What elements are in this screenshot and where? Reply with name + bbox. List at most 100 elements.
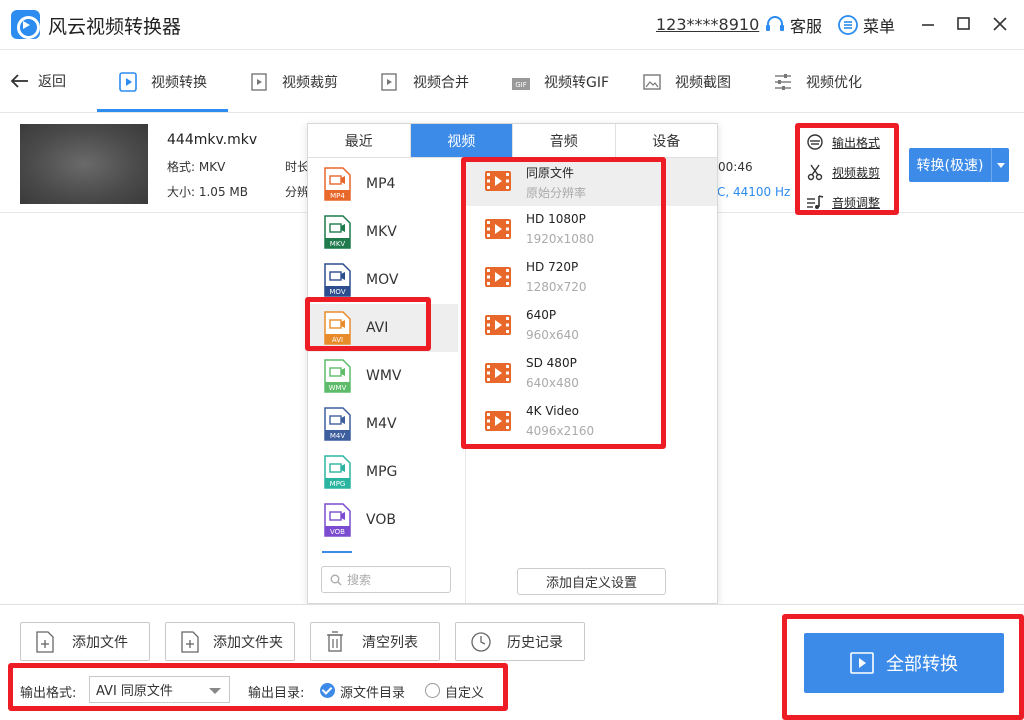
format-item-vob[interactable]: VOB VOB	[308, 496, 458, 544]
app-title: 风云视频转换器	[48, 16, 182, 38]
tab-video-screenshot[interactable]: 视频截图	[641, 68, 731, 96]
resolution-item[interactable]: 640P 960x640	[466, 302, 717, 350]
scissors-icon	[807, 164, 823, 181]
output-format-link-label: 输出格式	[832, 135, 881, 150]
screenshot-icon	[643, 74, 661, 90]
format-item-mov[interactable]: MOV MOV	[308, 256, 458, 304]
film-icon	[485, 171, 511, 191]
dir-custom-radio[interactable]	[425, 683, 440, 698]
mp4-file-icon: MP4	[324, 167, 351, 201]
tab-video-crop[interactable]: 视频裁剪	[248, 68, 338, 96]
resolution-item[interactable]: SD 480P 640x480	[466, 350, 717, 398]
tab-label: 视频转GIF	[544, 75, 610, 91]
format-popup: 最近 视频 音频 设备 MP4 MP4 MKV MKV MOV MOV AVI …	[307, 123, 718, 604]
add-file-button[interactable]: 添加文件	[20, 622, 150, 661]
tab-recent[interactable]: 最近	[308, 124, 411, 157]
tab-video-to-gif[interactable]: GIF 视频转GIF	[510, 68, 609, 96]
tab-device[interactable]: 设备	[616, 124, 718, 157]
format-category-tabs: 最近 视频 音频 设备	[308, 124, 717, 158]
format-item-mpg[interactable]: MPG MPG	[308, 448, 458, 496]
convert-options-dropdown[interactable]	[991, 148, 1009, 182]
output-format-select[interactable]: AVI 同原文件	[89, 676, 230, 703]
audio-adjust-link-label: 音频调整	[832, 195, 881, 210]
format-name: MKV	[366, 224, 397, 240]
resolution-detail: 960x640	[526, 328, 579, 342]
video-crop-link[interactable]: 视频裁剪	[806, 157, 896, 187]
back-button[interactable]: 返回	[10, 71, 66, 91]
dir-source-label: 源文件目录	[340, 686, 406, 701]
format-item-mp4[interactable]: MP4 MP4	[308, 160, 458, 208]
video-crop-link-label: 视频裁剪	[832, 165, 881, 180]
format-item-wmv[interactable]: WMV WMV	[308, 352, 458, 400]
mkv-file-icon: MKV	[324, 215, 351, 249]
svg-text:MKV: MKV	[330, 240, 346, 248]
film-icon	[485, 219, 511, 239]
maximize-icon[interactable]	[954, 14, 974, 34]
svg-text:MPG: MPG	[330, 480, 346, 488]
add-file-label: 添加文件	[72, 634, 128, 651]
resolution-item[interactable]: 同原文件 原始分辨率	[466, 158, 717, 206]
minimize-icon[interactable]	[918, 14, 938, 34]
convert-button[interactable]: 转换(极速)	[909, 148, 991, 182]
format-search-input[interactable]: 搜索	[321, 566, 451, 593]
add-custom-setting-button[interactable]: 添加自定义设置	[517, 568, 666, 595]
clear-list-button[interactable]: 清空列表	[310, 622, 440, 661]
svg-text:AVI: AVI	[332, 336, 343, 344]
resolution-detail: 原始分辨率	[526, 186, 587, 200]
format-item-mkv[interactable]: MKV MKV	[308, 208, 458, 256]
resolution-item[interactable]: HD 1080P 1920x1080	[466, 206, 717, 254]
close-icon[interactable]	[990, 14, 1010, 34]
resolution-name: 4K Video	[526, 404, 579, 418]
format-list: MP4 MP4 MKV MKV MOV MOV AVI AVI WMV WMV …	[308, 158, 466, 603]
add-folder-button[interactable]: 添加文件夹	[165, 622, 295, 661]
dir-source-radio[interactable]	[320, 683, 335, 698]
tab-video-merge[interactable]: 视频合并	[379, 68, 469, 96]
resolution-detail: 1920x1080	[526, 232, 595, 246]
resolution-list: 同原文件 原始分辨率 HD 1080P 1920x1080 HD 720P 12…	[466, 158, 717, 603]
customer-service-button[interactable]: 客服	[764, 14, 822, 36]
format-name: AVI	[366, 320, 389, 336]
arrow-left-icon	[10, 74, 28, 88]
music-list-icon	[807, 195, 824, 209]
tab-video-optimize[interactable]: 视频优化	[772, 68, 862, 96]
vob-file-icon: VOB	[324, 503, 351, 537]
convert-all-button[interactable]: 全部转换	[804, 633, 1004, 693]
clear-list-label: 清空列表	[362, 634, 418, 651]
back-label: 返回	[38, 74, 66, 90]
sliders-icon	[775, 74, 791, 90]
format-name: WMV	[366, 368, 402, 384]
tab-video-convert[interactable]: 视频转换	[117, 68, 207, 96]
format-name: MP4	[366, 176, 396, 192]
video-thumbnail[interactable]	[20, 124, 148, 204]
tab-audio[interactable]: 音频	[513, 124, 616, 157]
format-item-avi[interactable]: AVI AVI	[308, 304, 458, 352]
clock-icon	[471, 631, 491, 652]
svg-text:MP4: MP4	[330, 192, 345, 200]
menu-button[interactable]: 菜单	[837, 14, 895, 36]
tab-video[interactable]: 视频	[410, 124, 513, 157]
format-name: MPG	[366, 464, 398, 480]
film-icon	[485, 363, 511, 383]
title-bar: 风云视频转换器 123****8910 客服 菜单	[0, 0, 1024, 50]
trash-icon	[327, 630, 343, 652]
resolution-detail: 1280x720	[526, 280, 587, 294]
format-icon	[807, 134, 823, 150]
output-format-link[interactable]: 输出格式	[806, 127, 896, 157]
account-link[interactable]: 123****8910	[656, 15, 759, 34]
file-actions: 输出格式 视频裁剪 音频调整	[806, 127, 896, 217]
search-icon	[330, 574, 342, 585]
audio-adjust-link[interactable]: 音频调整	[806, 187, 896, 217]
format-item-m4v[interactable]: M4V M4V	[308, 400, 458, 448]
resolution-name: SD 480P	[526, 356, 577, 370]
mov-file-icon: MOV	[324, 263, 351, 297]
resolution-item[interactable]: 4K Video 4096x2160	[466, 398, 717, 446]
file-size: 大小: 1.05 MB	[167, 185, 248, 199]
wmv-file-icon: WMV	[324, 359, 351, 393]
resolution-name: HD 1080P	[526, 212, 586, 226]
output-format-value: AVI 同原文件	[96, 684, 173, 699]
feature-nav: 返回 视频转换 视频裁剪 视频合并 GIF 视频转GIF 视频截图 视频优化	[0, 51, 1024, 113]
resolution-item[interactable]: HD 720P 1280x720	[466, 254, 717, 302]
history-button[interactable]: 历史记录	[455, 622, 585, 661]
tab-label: 视频截图	[675, 75, 731, 91]
duration-value: 00:46	[718, 160, 753, 174]
